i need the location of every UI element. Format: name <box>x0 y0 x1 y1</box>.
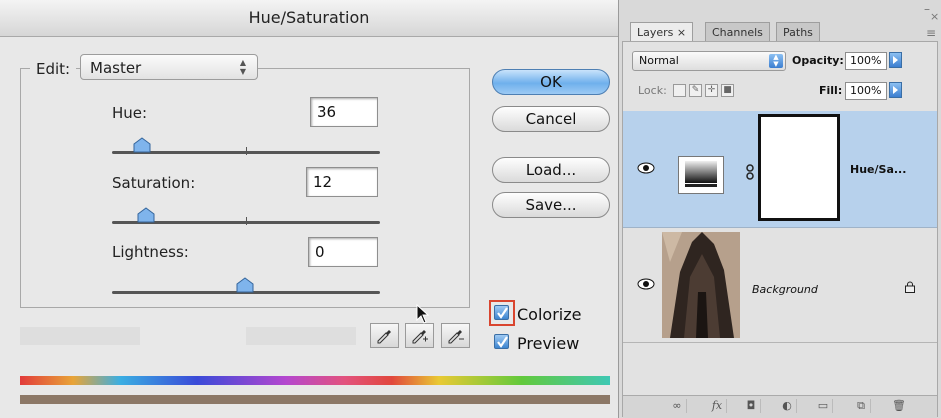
hue-slider-knob[interactable] <box>133 137 151 153</box>
tab-channels[interactable]: Channels <box>705 22 770 41</box>
new-layer-icon[interactable]: ⧉ <box>852 399 871 413</box>
blend-mode-select[interactable]: Normal ▲ ▼ <box>632 51 786 71</box>
eye-icon[interactable] <box>636 158 656 178</box>
lock-icon <box>905 281 915 293</box>
checkmark-icon <box>497 307 508 319</box>
colorize-label: Colorize <box>517 305 582 324</box>
fill-label: Fill: <box>819 84 843 97</box>
eye-icon[interactable] <box>636 274 656 294</box>
adjustment-icon[interactable]: ◐ <box>778 399 797 413</box>
disabled-range-bar <box>20 327 140 345</box>
eyedropper-minus-icon <box>448 330 464 344</box>
lock-label: Lock: <box>638 84 667 97</box>
disabled-range-bar <box>246 327 356 345</box>
edit-channel-select[interactable]: Master ▲ ▼ <box>80 54 258 80</box>
blend-mode-value: Normal <box>639 54 679 67</box>
preview-label: Preview <box>517 334 580 353</box>
eyedropper-icon <box>377 330 391 344</box>
saturation-center-tick <box>246 217 247 225</box>
background-thumbnail <box>662 232 740 338</box>
save-button[interactable]: Save... <box>492 192 610 218</box>
group-folder-icon[interactable]: ▭ <box>814 399 833 413</box>
lightness-label: Lightness: <box>112 243 189 261</box>
saturation-slider-knob[interactable] <box>137 207 155 223</box>
saturation-field[interactable]: 12 <box>306 167 378 197</box>
lock-paint-icon[interactable]: ✎ <box>689 84 702 97</box>
layer-mask-thumbnail[interactable] <box>758 114 840 221</box>
adjustment-layer-icon <box>678 156 724 194</box>
adjustment-group-box <box>20 68 470 308</box>
select-arrows-icon: ▲ ▼ <box>769 54 783 68</box>
lock-transparency-icon[interactable] <box>673 84 686 97</box>
edit-channel-value: Master <box>90 59 142 77</box>
lock-position-icon[interactable]: ✛ <box>705 84 718 97</box>
checkmark-icon <box>497 336 508 348</box>
preview-checkbox[interactable] <box>494 334 509 349</box>
fill-slider-button[interactable] <box>889 82 902 98</box>
eyedropper-button[interactable] <box>370 323 399 348</box>
trash-icon[interactable]: 🗑 <box>890 399 908 413</box>
saturation-label: Saturation: <box>112 174 196 192</box>
hue-field[interactable]: 36 <box>310 97 378 127</box>
mask-icon[interactable]: ◘ <box>742 399 761 413</box>
fill-field[interactable]: 100% <box>845 82 887 100</box>
dialog-title: Hue/Saturation <box>248 8 370 27</box>
input-spectrum-bar <box>20 376 610 385</box>
cancel-button[interactable]: Cancel <box>492 106 610 132</box>
hue-center-tick <box>246 147 247 155</box>
opacity-label: Opacity: <box>792 54 844 67</box>
hue-saturation-dialog: Hue/Saturation Edit: Master ▲ ▼ Hue: 36 S… <box>0 0 618 418</box>
colorize-checkbox[interactable] <box>494 305 509 320</box>
link-chain-icon[interactable] <box>746 164 754 180</box>
mouse-cursor-icon <box>416 304 430 324</box>
output-color-bar <box>20 395 610 404</box>
fx-icon[interactable]: fx <box>708 399 727 413</box>
layer-name: Hue/Sa... <box>850 163 907 176</box>
add-to-sample-button[interactable] <box>405 323 434 348</box>
panel-menu-icon[interactable]: ≡ <box>926 26 936 40</box>
panel-close-icon[interactable]: × <box>930 10 939 23</box>
load-button[interactable]: Load... <box>492 157 610 183</box>
ok-button[interactable]: OK <box>492 69 610 95</box>
tab-paths[interactable]: Paths <box>776 22 820 41</box>
lock-all-icon[interactable]: ■ <box>721 84 734 97</box>
edit-label: Edit: <box>30 58 77 80</box>
hue-label: Hue: <box>112 104 148 122</box>
opacity-field[interactable]: 100% <box>845 52 887 70</box>
lightness-field[interactable]: 0 <box>308 237 378 267</box>
opacity-slider-button[interactable] <box>889 52 902 68</box>
layer-name: Background <box>752 283 818 296</box>
lightness-slider-knob[interactable] <box>236 277 254 293</box>
subtract-from-sample-button[interactable] <box>441 323 470 348</box>
tab-layers[interactable]: Layers × <box>630 22 694 41</box>
eyedropper-plus-icon <box>412 330 428 344</box>
link-icon[interactable]: ∞ <box>668 399 687 413</box>
select-arrows-icon: ▲ ▼ <box>239 58 247 76</box>
